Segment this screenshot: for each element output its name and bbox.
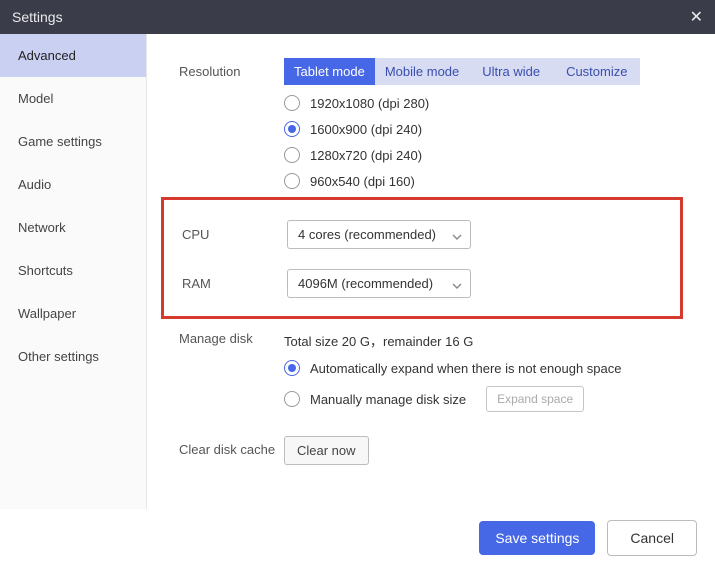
resolution-label: Resolution (179, 58, 284, 79)
window-title: Settings (12, 9, 63, 25)
disk-option[interactable]: Automatically expand when there is not e… (284, 360, 701, 376)
sidebar-item-label: Network (18, 220, 66, 235)
ram-label: RAM (182, 276, 287, 291)
close-icon[interactable]: ✕ (690, 7, 703, 27)
ram-select[interactable]: 4096M (recommended) (287, 269, 471, 298)
ram-select-value: 4096M (recommended) (298, 276, 433, 291)
sidebar-item-shortcuts[interactable]: Shortcuts (0, 249, 146, 292)
radio-icon (284, 360, 300, 376)
titlebar: Settings ✕ (0, 0, 715, 34)
sidebar-item-label: Advanced (18, 48, 76, 63)
radio-icon (284, 147, 300, 163)
sidebar-item-network[interactable]: Network (0, 206, 146, 249)
cpu-label: CPU (182, 227, 287, 242)
resolution-option-label: 1920x1080 (dpi 280) (310, 96, 429, 111)
resolution-option[interactable]: 960x540 (dpi 160) (284, 173, 701, 189)
sidebar-item-label: Shortcuts (18, 263, 73, 278)
radio-icon (284, 391, 300, 407)
cancel-button[interactable]: Cancel (607, 520, 697, 556)
save-settings-button[interactable]: Save settings (479, 521, 595, 555)
disk-option[interactable]: Manually manage disk size Expand space (284, 386, 701, 412)
chevron-down-icon (452, 230, 462, 240)
cpu-select[interactable]: 4 cores (recommended) (287, 220, 471, 249)
sidebar-item-wallpaper[interactable]: Wallpaper (0, 292, 146, 335)
clear-cache-label: Clear disk cache (179, 436, 284, 459)
sidebar-item-advanced[interactable]: Advanced (0, 34, 146, 77)
resolution-option[interactable]: 1280x720 (dpi 240) (284, 147, 701, 163)
resolution-option[interactable]: 1600x900 (dpi 240) (284, 121, 701, 137)
tab-tablet-mode[interactable]: Tablet mode (284, 58, 375, 85)
sidebar-item-label: Other settings (18, 349, 99, 364)
sidebar-item-audio[interactable]: Audio (0, 163, 146, 206)
resolution-option-label: 960x540 (dpi 160) (310, 174, 415, 189)
manage-disk-label: Manage disk (179, 325, 284, 346)
tab-customize[interactable]: Customize (553, 58, 640, 85)
tab-ultra-wide[interactable]: Ultra wide (469, 58, 553, 85)
sidebar-item-model[interactable]: Model (0, 77, 146, 120)
sidebar-item-game-settings[interactable]: Game settings (0, 120, 146, 163)
content-area: Resolution Tablet mode Mobile mode Ultra… (147, 34, 715, 509)
tab-mobile-mode[interactable]: Mobile mode (375, 58, 469, 85)
radio-icon (284, 95, 300, 111)
disk-info: Total size 20 G，remainder 16 G (284, 331, 701, 350)
footer: Save settings Cancel (0, 509, 715, 567)
disk-option-label: Automatically expand when there is not e… (310, 361, 621, 376)
resolution-mode-tabs: Tablet mode Mobile mode Ultra wide Custo… (284, 58, 701, 85)
sidebar-item-label: Audio (18, 177, 51, 192)
sidebar-item-other-settings[interactable]: Other settings (0, 335, 146, 378)
resolution-option[interactable]: 1920x1080 (dpi 280) (284, 95, 701, 111)
radio-icon (284, 121, 300, 137)
cpu-select-value: 4 cores (recommended) (298, 227, 436, 242)
highlight-box: CPU 4 cores (recommended) RAM 4096M (rec… (161, 197, 683, 319)
clear-now-button[interactable]: Clear now (284, 436, 369, 465)
sidebar-item-label: Wallpaper (18, 306, 76, 321)
expand-space-button[interactable]: Expand space (486, 386, 584, 412)
sidebar-item-label: Model (18, 91, 53, 106)
sidebar: Advanced Model Game settings Audio Netwo… (0, 34, 147, 509)
disk-option-label: Manually manage disk size (310, 392, 466, 407)
resolution-option-label: 1600x900 (dpi 240) (310, 122, 422, 137)
radio-icon (284, 173, 300, 189)
sidebar-item-label: Game settings (18, 134, 102, 149)
resolution-option-label: 1280x720 (dpi 240) (310, 148, 422, 163)
chevron-down-icon (452, 279, 462, 289)
